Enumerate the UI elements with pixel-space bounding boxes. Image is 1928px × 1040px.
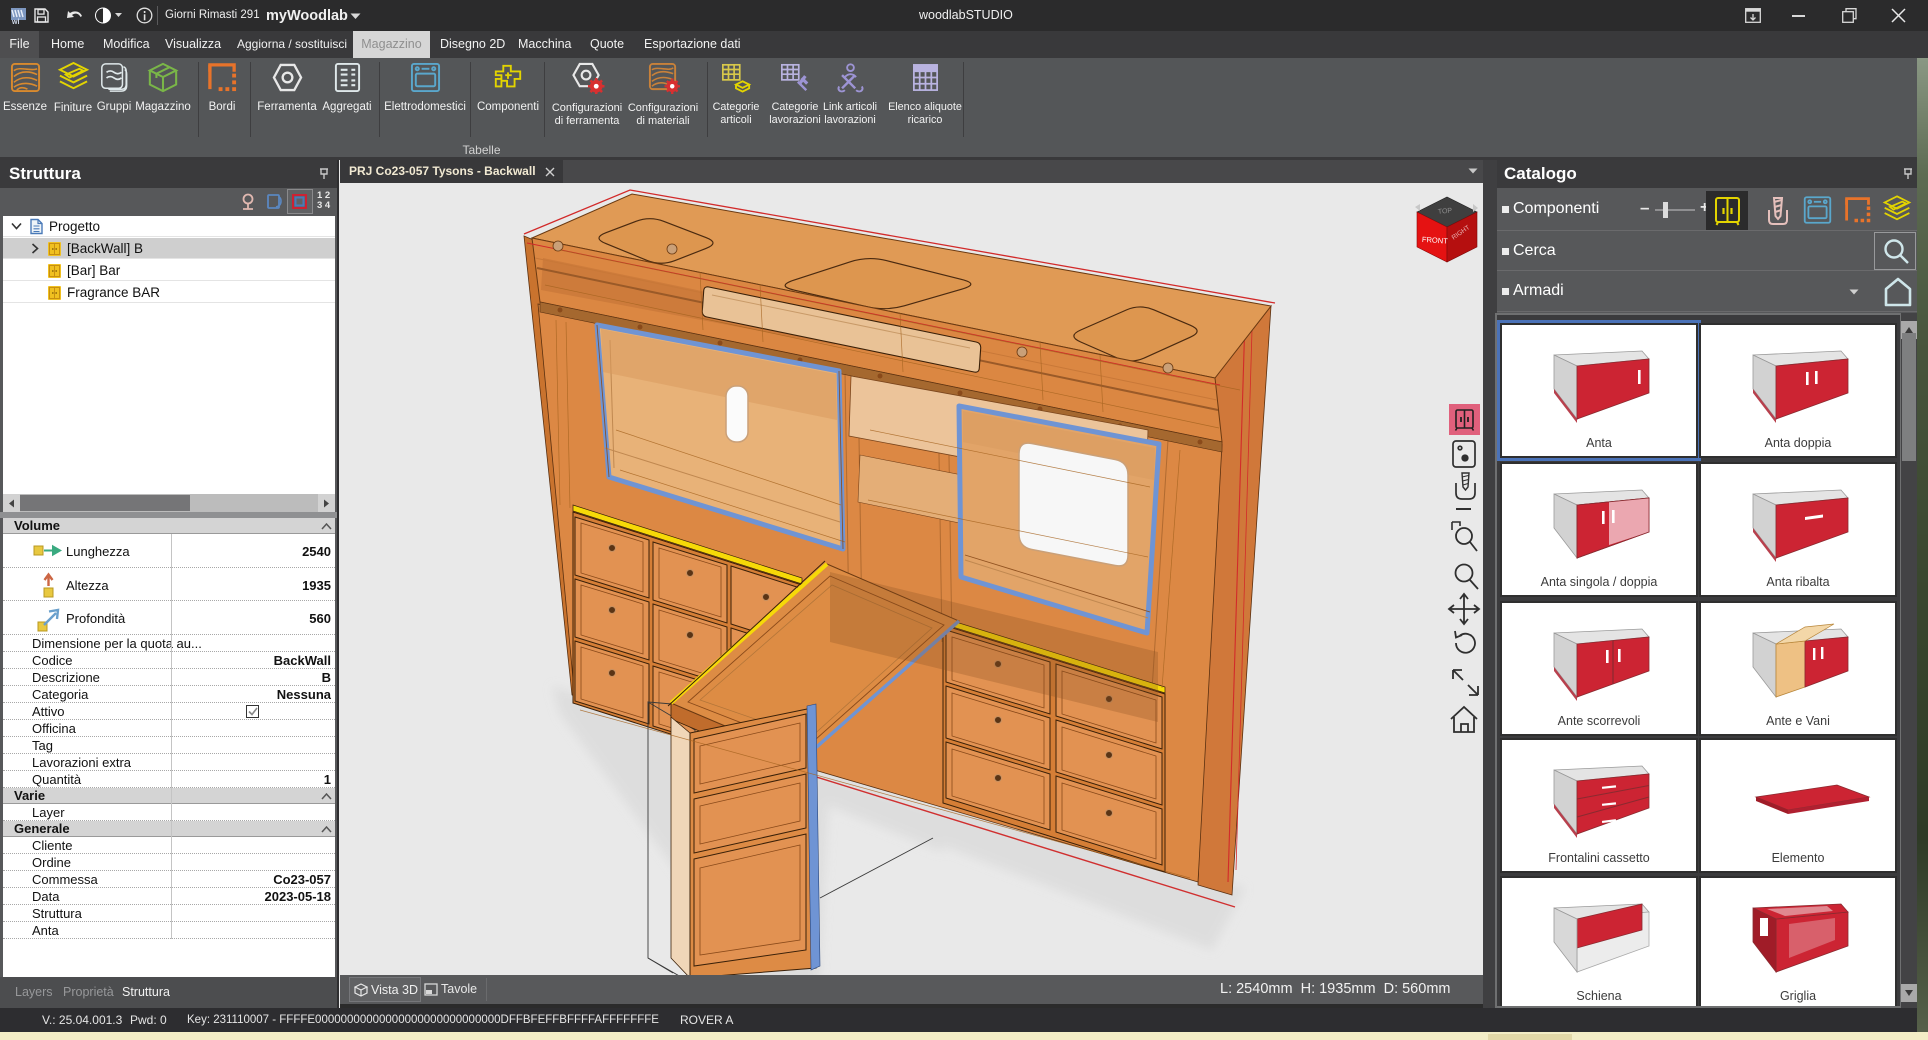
svg-text:FRONT: FRONT <box>1422 235 1449 246</box>
svg-text:wl: wl <box>11 19 19 25</box>
